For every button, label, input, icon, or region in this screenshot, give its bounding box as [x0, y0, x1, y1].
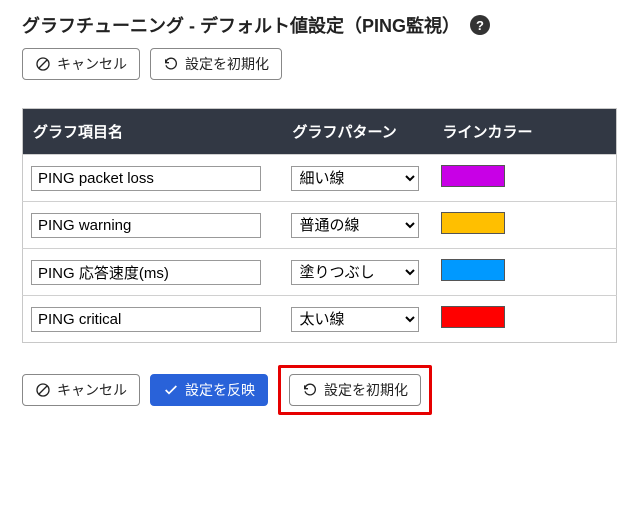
col-header-name: グラフ項目名 — [23, 109, 283, 155]
table-row: 細い線普通の線太い線塗りつぶし — [23, 155, 617, 202]
check-icon — [163, 382, 179, 398]
graph-name-input[interactable] — [31, 166, 261, 191]
page-title: グラフチューニング - デフォルト値設定（PING監視） — [22, 12, 460, 38]
reset-button-bottom[interactable]: 設定を初期化 — [289, 374, 421, 406]
table-row: 細い線普通の線太い線塗りつぶし — [23, 296, 617, 343]
apply-button[interactable]: 設定を反映 — [150, 374, 268, 406]
line-color-swatch[interactable] — [441, 212, 505, 234]
reset-callout: 設定を初期化 — [278, 365, 432, 415]
table-row: 細い線普通の線太い線塗りつぶし — [23, 249, 617, 296]
line-color-swatch[interactable] — [441, 306, 505, 328]
undo-icon — [163, 56, 179, 72]
apply-button-label: 設定を反映 — [185, 380, 255, 400]
cancel-icon — [35, 56, 51, 72]
line-color-swatch[interactable] — [441, 165, 505, 187]
graph-name-input[interactable] — [31, 260, 261, 285]
settings-table: グラフ項目名 グラフパターン ラインカラー 細い線普通の線太い線塗りつぶし細い線… — [22, 108, 617, 343]
table-row: 細い線普通の線太い線塗りつぶし — [23, 202, 617, 249]
line-color-swatch[interactable] — [441, 259, 505, 281]
cancel-button-label: キャンセル — [57, 380, 127, 400]
graph-pattern-select[interactable]: 細い線普通の線太い線塗りつぶし — [291, 307, 419, 332]
graph-pattern-select[interactable]: 細い線普通の線太い線塗りつぶし — [291, 260, 419, 285]
help-icon[interactable]: ? — [470, 15, 490, 35]
cancel-button-label: キャンセル — [57, 54, 127, 74]
col-header-pattern: グラフパターン — [283, 109, 433, 155]
reset-button-label: 設定を初期化 — [185, 54, 269, 74]
col-header-color: ラインカラー — [433, 109, 617, 155]
graph-name-input[interactable] — [31, 213, 261, 238]
graph-name-input[interactable] — [31, 307, 261, 332]
cancel-icon — [35, 382, 51, 398]
undo-icon — [302, 382, 318, 398]
cancel-button-bottom[interactable]: キャンセル — [22, 374, 140, 406]
reset-button-top[interactable]: 設定を初期化 — [150, 48, 282, 80]
reset-button-label: 設定を初期化 — [324, 380, 408, 400]
graph-pattern-select[interactable]: 細い線普通の線太い線塗りつぶし — [291, 213, 419, 238]
graph-pattern-select[interactable]: 細い線普通の線太い線塗りつぶし — [291, 166, 419, 191]
cancel-button-top[interactable]: キャンセル — [22, 48, 140, 80]
